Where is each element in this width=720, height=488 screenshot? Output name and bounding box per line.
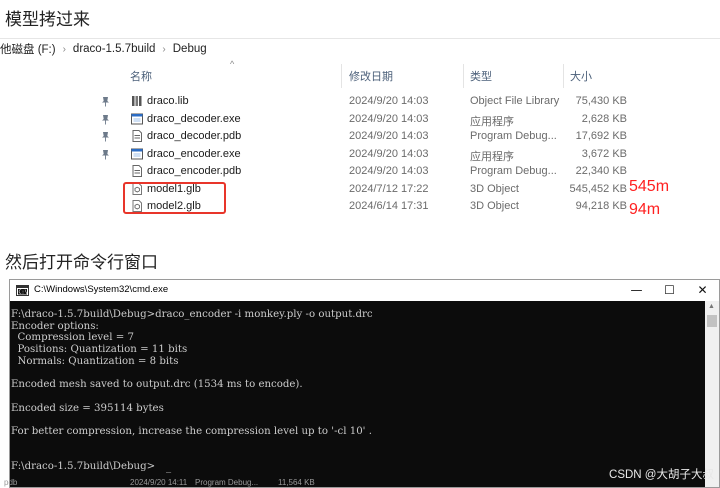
file-type: 应用程序 xyxy=(470,115,514,128)
file-date: 2024/9/20 14:03 xyxy=(349,130,429,142)
file-name[interactable]: draco.lib xyxy=(147,95,189,107)
maximize-button[interactable]: ☐ xyxy=(653,280,686,301)
file-size: 2,628 KB xyxy=(581,112,627,125)
console-line: F:\draco-1.5.7build\Debug> xyxy=(11,461,156,473)
pin-icon xyxy=(102,132,109,142)
column-header-date[interactable]: 修改日期 xyxy=(349,68,393,84)
file-row[interactable]: draco_encoder.pdb 2024/9/20 14:03 Program … xyxy=(0,163,720,181)
column-header-size[interactable]: 大小 xyxy=(570,68,592,84)
chevron-right-icon: › xyxy=(162,43,166,55)
console-line: Encoder options: xyxy=(11,320,99,332)
pdb-icon xyxy=(132,165,142,177)
pdb-icon xyxy=(132,130,142,142)
file-size: 75,430 KB xyxy=(575,95,627,107)
console-line: Encoded mesh saved to output.drc (1534 m… xyxy=(11,379,303,391)
file-name[interactable]: draco_decoder.exe xyxy=(147,113,241,125)
file-type: Program Debug... xyxy=(470,165,557,177)
file-size: 3,672 KB xyxy=(581,147,627,160)
column-divider[interactable] xyxy=(563,64,564,88)
size-annotation-model1: 545m xyxy=(629,178,670,195)
pin-icon xyxy=(102,114,109,124)
note-heading-open-cmd: 然后打开命令行窗口 xyxy=(5,253,158,273)
partial-row-name: pdb xyxy=(4,478,18,487)
cmd-scrollbar[interactable]: ▲ xyxy=(705,301,719,487)
file-name[interactable]: draco_encoder.pdb xyxy=(147,165,241,177)
console-line: Normals: Quantization = 8 bits xyxy=(11,355,179,367)
minimize-button[interactable]: — xyxy=(620,280,653,301)
console-line: F:\draco-1.5.7build\Debug>draco_encoder … xyxy=(11,309,373,320)
file-type: 应用程序 xyxy=(470,150,514,163)
file-type: 3D Object xyxy=(470,200,519,212)
sort-ascending-icon: ^ xyxy=(230,59,235,69)
file-row[interactable]: draco_decoder.exe 2024/9/20 14:03 应用程序 2,62… xyxy=(0,111,720,129)
cursor-caret: _ xyxy=(166,462,172,474)
cmd-window[interactable]: C:\ C:\Windows\System32\cmd.exe — ☐ ✕ F:… xyxy=(9,279,720,488)
file-date: 2024/7/12 17:22 xyxy=(349,182,429,195)
file-list: ^ 名称 修改日期 类型 大小 draco.lib 2024/9/20 14:03… xyxy=(0,58,720,228)
file-size: 545,452 KB xyxy=(569,182,628,195)
console-icon: C:\ xyxy=(16,285,29,296)
file-type: 3D Object xyxy=(470,182,519,195)
partial-row-date: 2024/9/20 14:11 xyxy=(130,478,188,487)
file-size: 22,340 KB xyxy=(575,165,627,177)
chevron-right-icon: › xyxy=(62,43,66,55)
column-header-type[interactable]: 类型 xyxy=(470,68,492,84)
file-date: 2024/9/20 14:03 xyxy=(349,147,429,160)
breadcrumb-drive[interactable]: 他磁盘 (F:) xyxy=(0,41,56,57)
exe-icon xyxy=(131,113,143,124)
console-line: Positions: Quantization = 11 bits xyxy=(11,344,188,356)
file-size: 17,692 KB xyxy=(575,130,627,142)
library-icon xyxy=(132,96,142,106)
file-row[interactable]: draco_decoder.pdb 2024/9/20 14:03 Program … xyxy=(0,128,720,146)
file-date: 2024/9/20 14:03 xyxy=(349,112,429,125)
file-row[interactable]: draco.lib 2024/9/20 14:03 Object File Libr… xyxy=(0,93,720,111)
scroll-up-icon[interactable]: ▲ xyxy=(708,303,715,310)
breadcrumb-folder-draco[interactable]: draco-1.5.7build xyxy=(73,43,155,55)
file-date: 2024/9/20 14:03 xyxy=(349,165,429,177)
note-heading-copy-models: 模型拷过来 xyxy=(5,10,90,30)
file-size: 94,218 KB xyxy=(575,200,627,212)
column-divider[interactable] xyxy=(463,64,464,88)
close-button[interactable]: ✕ xyxy=(686,280,719,301)
breadcrumb: 他磁盘 (F:) › draco-1.5.7build › Debug xyxy=(0,38,720,59)
file-name[interactable]: draco_encoder.exe xyxy=(147,148,241,160)
console-line: Compression level = 7 xyxy=(11,332,134,344)
file-date: 2024/9/20 14:03 xyxy=(349,95,429,107)
file-row[interactable]: draco_encoder.exe 2024/9/20 14:03 应用程序 3,67… xyxy=(0,146,720,164)
breadcrumb-folder-debug[interactable]: Debug xyxy=(173,43,207,55)
file-type: Program Debug... xyxy=(470,130,557,142)
cmd-title: C:\Windows\System32\cmd.exe xyxy=(34,284,169,295)
cmd-console-output[interactable]: F:\draco-1.5.7build\Debug>draco_encoder … xyxy=(10,301,705,487)
exe-icon xyxy=(131,148,143,159)
pin-icon xyxy=(102,149,109,159)
file-row[interactable]: model1.glb 2024/7/12 17:22 3D Object 545,45… xyxy=(0,181,720,199)
file-date: 2024/6/14 17:31 xyxy=(349,200,429,212)
file-row[interactable]: model2.glb 2024/6/14 17:31 3D Object 94,218… xyxy=(0,198,720,216)
file-name[interactable]: draco_decoder.pdb xyxy=(147,130,241,142)
console-line: Encoded size = 395114 bytes xyxy=(11,402,164,414)
console-line: For better compression, increase the com… xyxy=(11,426,372,437)
column-divider[interactable] xyxy=(341,64,342,88)
pin-icon xyxy=(102,97,109,107)
highlight-box xyxy=(123,182,226,214)
partial-file-row: pdb 2024/9/20 14:11 Program Debug... 11,… xyxy=(0,478,720,488)
svg-text:C:\: C:\ xyxy=(19,290,28,296)
size-annotation-model2: 94m xyxy=(629,201,661,218)
column-header-name[interactable]: 名称 xyxy=(130,68,152,84)
file-type: Object File Library xyxy=(470,95,560,107)
cmd-titlebar[interactable]: C:\ C:\Windows\System32\cmd.exe — ☐ ✕ xyxy=(10,280,719,301)
partial-row-type: Program Debug... xyxy=(195,478,259,487)
scrollbar-thumb[interactable] xyxy=(707,315,717,327)
partial-row-size: 11,564 KB xyxy=(278,478,315,487)
